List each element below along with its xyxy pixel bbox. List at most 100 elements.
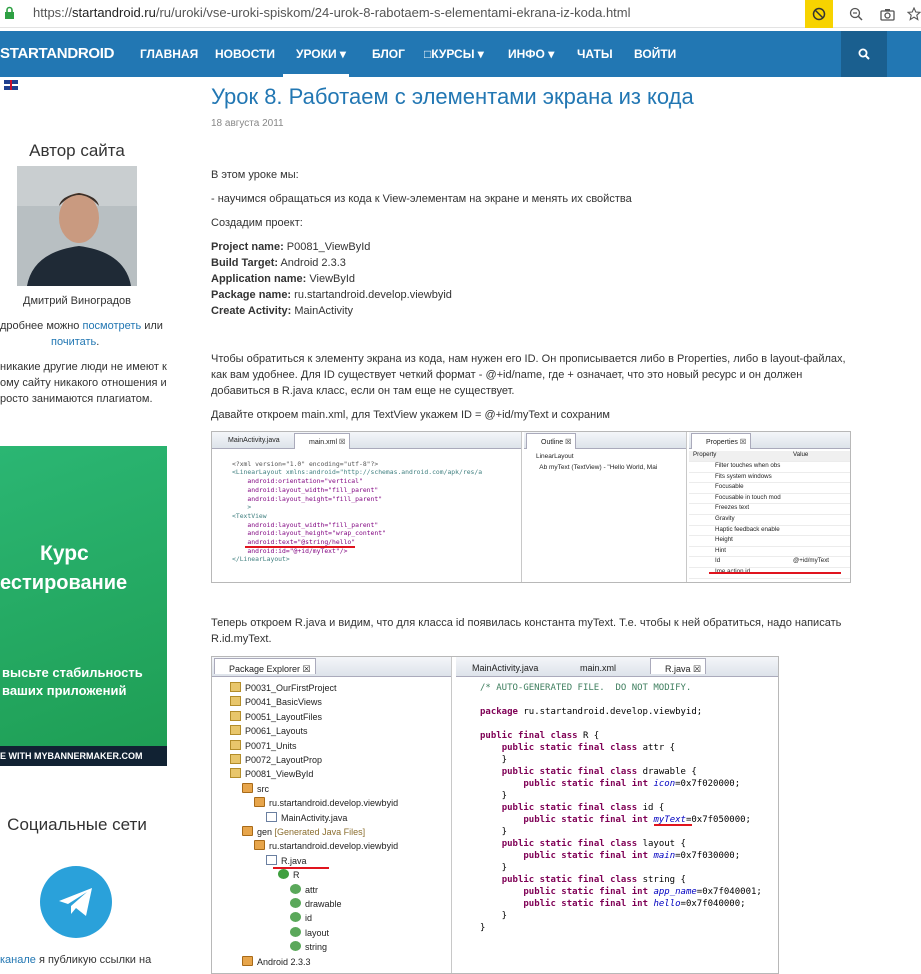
code-line: } [480,911,508,921]
nav-blog[interactable]: БЛОГ [372,47,405,61]
package-icon [254,797,265,808]
banner-title: Курс [40,542,89,565]
nav-chats[interactable]: ЧАТЫ [577,47,613,61]
telegram-channel-text: канале я публикую ссылки на [0,954,152,966]
nav-courses[interactable]: □КУРСЫ ▾ [424,47,484,61]
tree-item[interactable]: P0031_OurFirstProject [230,682,337,696]
tab-mainactivity[interactable]: MainActivity.java [214,433,284,449]
code-line: /* AUTO-GENERATED FILE. DO NOT MODIFY. [480,683,692,693]
property-name: Id [715,557,721,565]
block-icon[interactable] [805,0,833,28]
property-name: Filter touches when obs [715,462,781,469]
nav-login[interactable]: ВОЙТИ [634,47,676,61]
code-line: public static final int main=0x7f030000; [523,851,741,861]
main-navigation: STARTANDROID ГЛАВНАЯ НОВОСТИ УРОКИ ▾ БЛО… [0,31,921,77]
tree-item[interactable]: P0051_LayoutFiles [230,710,322,725]
code-line: } [480,827,508,837]
tree-item[interactable]: string [290,941,327,955]
tab-main-xml[interactable]: main.xml ☒ [294,433,351,449]
course-banner[interactable]: Курс естирование высьте стабильность ваш… [0,446,167,766]
tree-item-label: P0061_Layouts [245,726,308,737]
tree-item-label: drawable [305,899,342,909]
tree-item-label: ru.startandroid.develop.viewbyid [269,798,399,809]
telegram-icon[interactable] [40,866,112,938]
property-row[interactable]: Fits system windows [689,473,850,484]
site-logo[interactable]: STARTANDROID [0,45,114,62]
banner-footer: E WITH MYBANNERMAKER.COM [0,746,167,766]
outline-tab[interactable]: Outline ☒ [526,433,577,449]
tab-r-java[interactable]: R.java ☒ [650,658,707,674]
project-icon [230,739,241,750]
outline-pane: Outline ☒ LinearLayout Ab myText (TextVi… [524,432,687,582]
rjava-underline [273,867,329,869]
create-text: Создадим проект: [211,217,303,229]
code-line: public static final int icon=0x7f020000; [523,779,741,789]
tree-item[interactable]: src [242,782,269,797]
tree-item[interactable]: id [290,912,312,926]
tree-item[interactable]: Android 2.3.3 [242,955,311,970]
code-line: public final class R { [480,731,600,741]
nav-home[interactable]: ГЛАВНАЯ [140,47,198,61]
tree-item-label: ru.startandroid.develop.viewbyid [269,841,399,852]
nav-info[interactable]: ИНФО ▾ [508,47,554,61]
property-name: Hint [715,546,727,554]
property-row[interactable]: Height [689,536,850,547]
tree-item-label: P0031_OurFirstProject [245,683,337,693]
tab-mainactivity-java[interactable]: MainActivity.java [458,658,542,674]
tab-main-xml-2[interactable]: main.xml [566,658,620,674]
tree-item[interactable]: P0072_LayoutProp [230,754,322,768]
tree-item-label: P0072_LayoutProp [245,755,323,765]
property-row[interactable]: Focusable [689,483,850,494]
tree-item[interactable]: layout [290,926,329,941]
code-line: } [480,863,508,873]
tree-item[interactable]: attr [290,883,318,898]
tree-item[interactable]: ru.startandroid.develop.viewbyid [254,797,398,811]
properties-tab[interactable]: Properties ☒ [691,433,752,449]
property-row[interactable]: Gravity [689,515,850,526]
tree-item[interactable]: P0061_Layouts [230,725,308,739]
project-settings: Project name: P0081_ViewById Build Targe… [211,241,452,317]
channel-link[interactable]: канале [0,954,36,966]
code-line: } [480,791,508,801]
property-row[interactable]: Freezes text [689,504,850,515]
project-icon [230,696,241,707]
code-line: public static final class string { [501,875,686,885]
tree-item[interactable]: P0071_Units [230,739,297,754]
plagiarism-note-2: ому сайту никакого отношения и [0,377,167,389]
property-row[interactable]: Haptic feedback enable [689,526,850,537]
property-row[interactable]: Hint [689,546,850,558]
url-text[interactable]: https://startandroid.ru/ru/uroki/vse-uro… [33,5,631,20]
property-row[interactable]: Filter touches when obs [689,462,850,473]
prop-header: Property [693,451,717,458]
nav-search-button[interactable] [841,31,887,77]
nav-news[interactable]: НОВОСТИ [215,47,275,61]
camera-icon[interactable] [873,0,901,28]
tree-item[interactable]: ru.startandroid.develop.viewbyid [254,840,398,854]
tree-item[interactable]: P0041_BasicViews [230,696,322,710]
tree-item[interactable]: gen [Generated Java Files] [242,826,365,840]
class-icon [290,941,301,952]
english-flag-icon[interactable] [4,80,18,90]
tree-item[interactable]: P0081_ViewById [230,768,313,782]
bookmark-star-icon[interactable] [900,0,921,28]
plagiarism-note-1: никакие другие люди не имеют к [0,361,167,373]
property-name: Gravity [715,515,735,522]
project-icon [230,682,241,692]
property-row[interactable]: Focusable in touch mod [689,494,850,505]
browser-url-bar: https://startandroid.ru/ru/uroki/vse-uro… [0,0,921,28]
tree-item[interactable]: drawable [290,898,342,912]
bullet-text: - научимся обращаться из кода к View-эле… [211,193,632,205]
property-row[interactable]: Id @+id/myText [689,557,850,568]
nav-lessons[interactable]: УРОКИ ▾ [296,47,346,61]
tree-item[interactable]: MainActivity.java [266,811,348,826]
link-read[interactable]: почитать [51,336,96,348]
article-title: Урок 8. Работаем с элементами экрана из … [211,84,694,109]
author-name: Дмитрий Виноградов [23,295,131,307]
link-look[interactable]: посмотреть [82,320,141,332]
tree-item-label: MainActivity.java [281,812,348,823]
banner-text-2: ваших приложений [2,683,127,698]
zoom-out-icon[interactable] [842,0,870,28]
tree-item[interactable]: R [278,869,300,883]
package-explorer-tab[interactable]: Package Explorer ☒ [214,658,316,674]
project-icon [230,710,241,721]
